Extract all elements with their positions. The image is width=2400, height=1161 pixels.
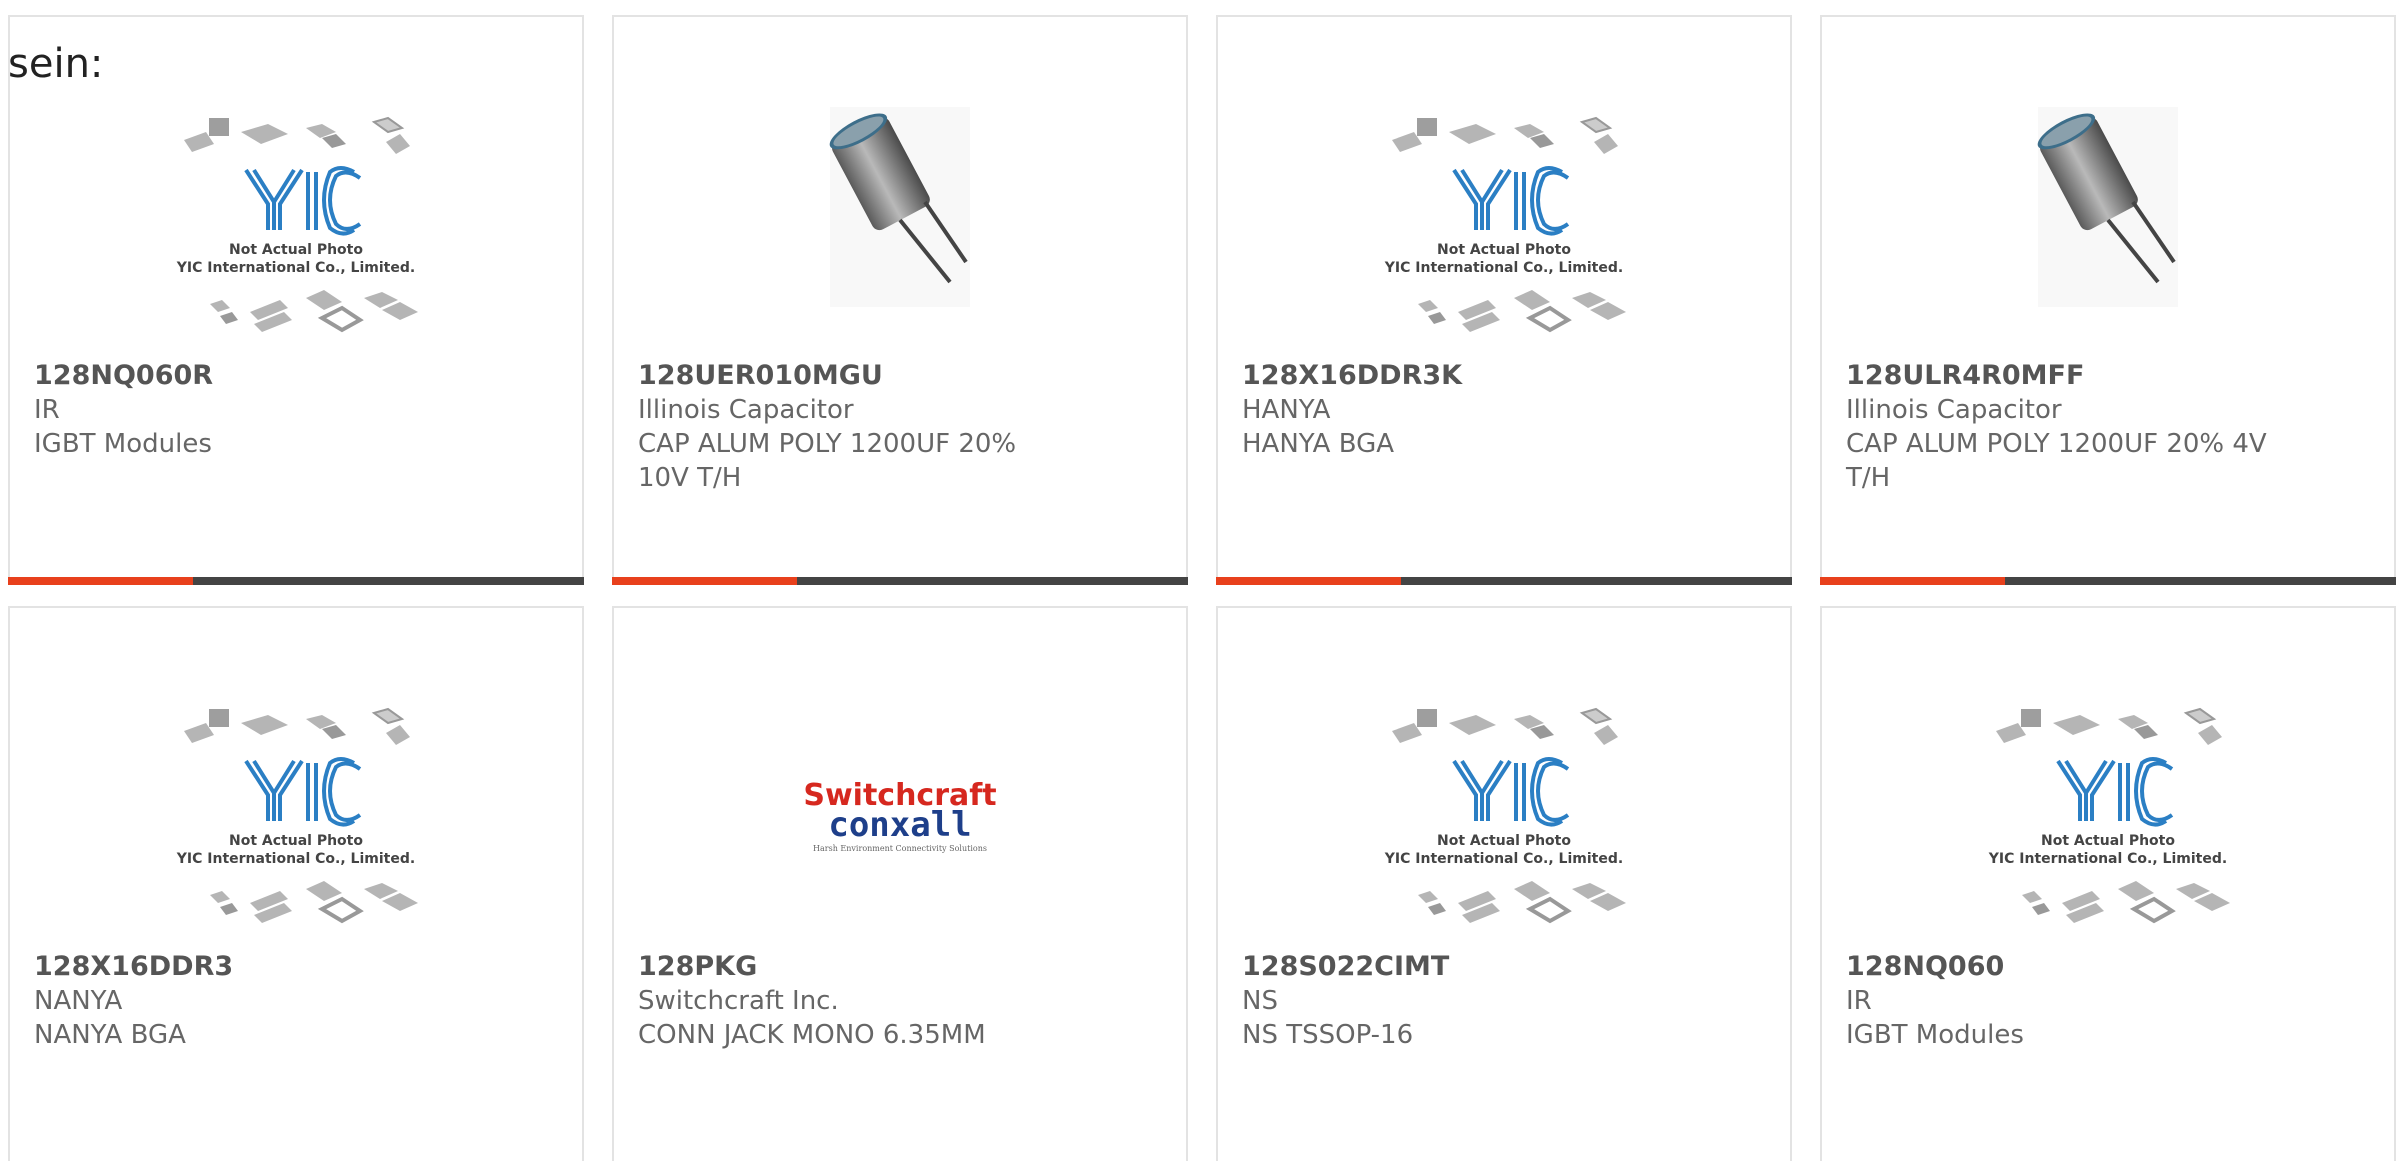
product-card[interactable]: Not Actual Photo YIC International Co., …	[1216, 15, 1792, 585]
description: CAP ALUM POLY 1200UF 20% 10V T/H	[638, 429, 1017, 493]
manufacturer: Switchcraft Inc.	[638, 986, 839, 1016]
card-accent-bar	[8, 577, 584, 585]
placeholder-photo-icon: Not Actual Photo YIC International Co., …	[1988, 707, 2230, 924]
accent-segment	[1820, 577, 2005, 585]
accent-segment	[8, 577, 193, 585]
card-accent-bar	[1820, 577, 2396, 585]
not-actual-photo-text: Not Actual Photo	[229, 833, 363, 849]
product-image[interactable]: Not Actual Photo YIC International Co., …	[146, 693, 446, 953]
product-info: 128NQ060R IR IGBT Modules	[34, 359, 464, 461]
placeholder-photo-icon: Not Actual Photo YIC International Co., …	[1384, 116, 1626, 333]
part-number[interactable]: 128S022CIMT	[1242, 950, 1672, 984]
product-info: 128UER010MGU Illinois Capacitor CAP ALUM P…	[638, 359, 1068, 495]
description: CAP ALUM POLY 1200UF 20% 4V T/H	[1846, 429, 2267, 493]
product-card[interactable]: Not Actual Photo YIC International Co., …	[8, 15, 584, 585]
description: NS TSSOP-16	[1242, 1020, 1414, 1050]
part-number[interactable]: 128PKG	[638, 950, 1068, 984]
part-number[interactable]: 128ULR4R0MFF	[1846, 359, 2276, 393]
product-info: 128PKG Switchcraft Inc. CONN JACK MONO 6.3…	[638, 950, 1068, 1052]
part-number[interactable]: 128NQ060	[1846, 950, 2276, 984]
product-info: 128NQ060 IR IGBT Modules	[1846, 950, 2276, 1052]
product-card[interactable]: 128UER010MGU Illinois Capacitor CAP ALUM P…	[612, 15, 1188, 585]
placeholder-photo-icon: Not Actual Photo YIC International Co., …	[176, 116, 418, 333]
product-image[interactable]: Not Actual Photo YIC International Co., …	[146, 102, 446, 362]
manufacturer: NANYA	[34, 986, 123, 1016]
product-image[interactable]: Not Actual Photo YIC International Co., …	[1354, 102, 1654, 362]
description: IGBT Modules	[1846, 1020, 2024, 1050]
manufacturer: HANYA	[1242, 395, 1331, 425]
switchcraft-conxall-logo: Switchcraft conxall Harsh Environment Co…	[803, 778, 996, 853]
manufacturer: Illinois Capacitor	[638, 395, 854, 425]
part-number[interactable]: 128NQ060R	[34, 359, 464, 393]
company-caption-text: YIC International Co., Limited.	[176, 851, 415, 867]
not-actual-photo-text: Not Actual Photo	[2041, 833, 2175, 849]
not-actual-photo-text: Not Actual Photo	[1437, 833, 1571, 849]
product-card[interactable]: 128ULR4R0MFF Illinois Capacitor CAP ALUM P…	[1820, 15, 2396, 585]
product-card[interactable]: Switchcraft conxall Harsh Environment Co…	[612, 606, 1188, 1161]
not-actual-photo-text: Not Actual Photo	[1437, 242, 1571, 258]
manufacturer: IR	[34, 395, 60, 425]
product-card[interactable]: Not Actual Photo YIC International Co., …	[8, 606, 584, 1161]
section-heading: sein:	[8, 41, 104, 87]
company-caption-text: YIC International Co., Limited.	[1384, 260, 1623, 276]
product-info: 128S022CIMT NS NS TSSOP-16	[1242, 950, 1672, 1052]
not-actual-photo-text: Not Actual Photo	[229, 242, 363, 258]
product-image[interactable]: Switchcraft conxall Harsh Environment Co…	[750, 693, 1050, 953]
card-accent-bar	[612, 577, 1188, 585]
manufacturer: Illinois Capacitor	[1846, 395, 2062, 425]
svg-text:Harsh Environment Connectivity: Harsh Environment Connectivity Solutions	[813, 844, 987, 853]
description: NANYA BGA	[34, 1020, 186, 1050]
product-image[interactable]	[1958, 102, 2258, 362]
part-number[interactable]: 128X16DDR3	[34, 950, 464, 984]
company-caption-text: YIC International Co., Limited.	[176, 260, 415, 276]
svg-text:conxall: conxall	[828, 805, 971, 845]
accent-segment	[1216, 577, 1401, 585]
description: HANYA BGA	[1242, 429, 1395, 459]
product-info: 128X16DDR3K HANYA HANYA BGA	[1242, 359, 1672, 461]
product-card[interactable]: Not Actual Photo YIC International Co., …	[1820, 606, 2396, 1161]
placeholder-photo-icon: Not Actual Photo YIC International Co., …	[176, 707, 418, 924]
placeholder-photo-icon: Not Actual Photo YIC International Co., …	[1384, 707, 1626, 924]
part-number[interactable]: 128UER010MGU	[638, 359, 1068, 393]
product-image[interactable]: Not Actual Photo YIC International Co., …	[1354, 693, 1654, 953]
capacitor-photo-icon	[829, 107, 970, 307]
product-info: 128X16DDR3 NANYA NANYA BGA	[34, 950, 464, 1052]
product-card[interactable]: Not Actual Photo YIC International Co., …	[1216, 606, 1792, 1161]
capacitor-photo-icon	[2037, 107, 2178, 307]
manufacturer: NS	[1242, 986, 1278, 1016]
manufacturer: IR	[1846, 986, 1872, 1016]
accent-segment	[612, 577, 797, 585]
description: IGBT Modules	[34, 429, 212, 459]
product-image[interactable]	[750, 102, 1050, 362]
company-caption-text: YIC International Co., Limited.	[1384, 851, 1623, 867]
product-info: 128ULR4R0MFF Illinois Capacitor CAP ALUM P…	[1846, 359, 2276, 495]
part-number[interactable]: 128X16DDR3K	[1242, 359, 1672, 393]
company-caption-text: YIC International Co., Limited.	[1988, 851, 2227, 867]
product-image[interactable]: Not Actual Photo YIC International Co., …	[1958, 693, 2258, 953]
card-accent-bar	[1216, 577, 1792, 585]
description: CONN JACK MONO 6.35MM	[638, 1020, 986, 1050]
